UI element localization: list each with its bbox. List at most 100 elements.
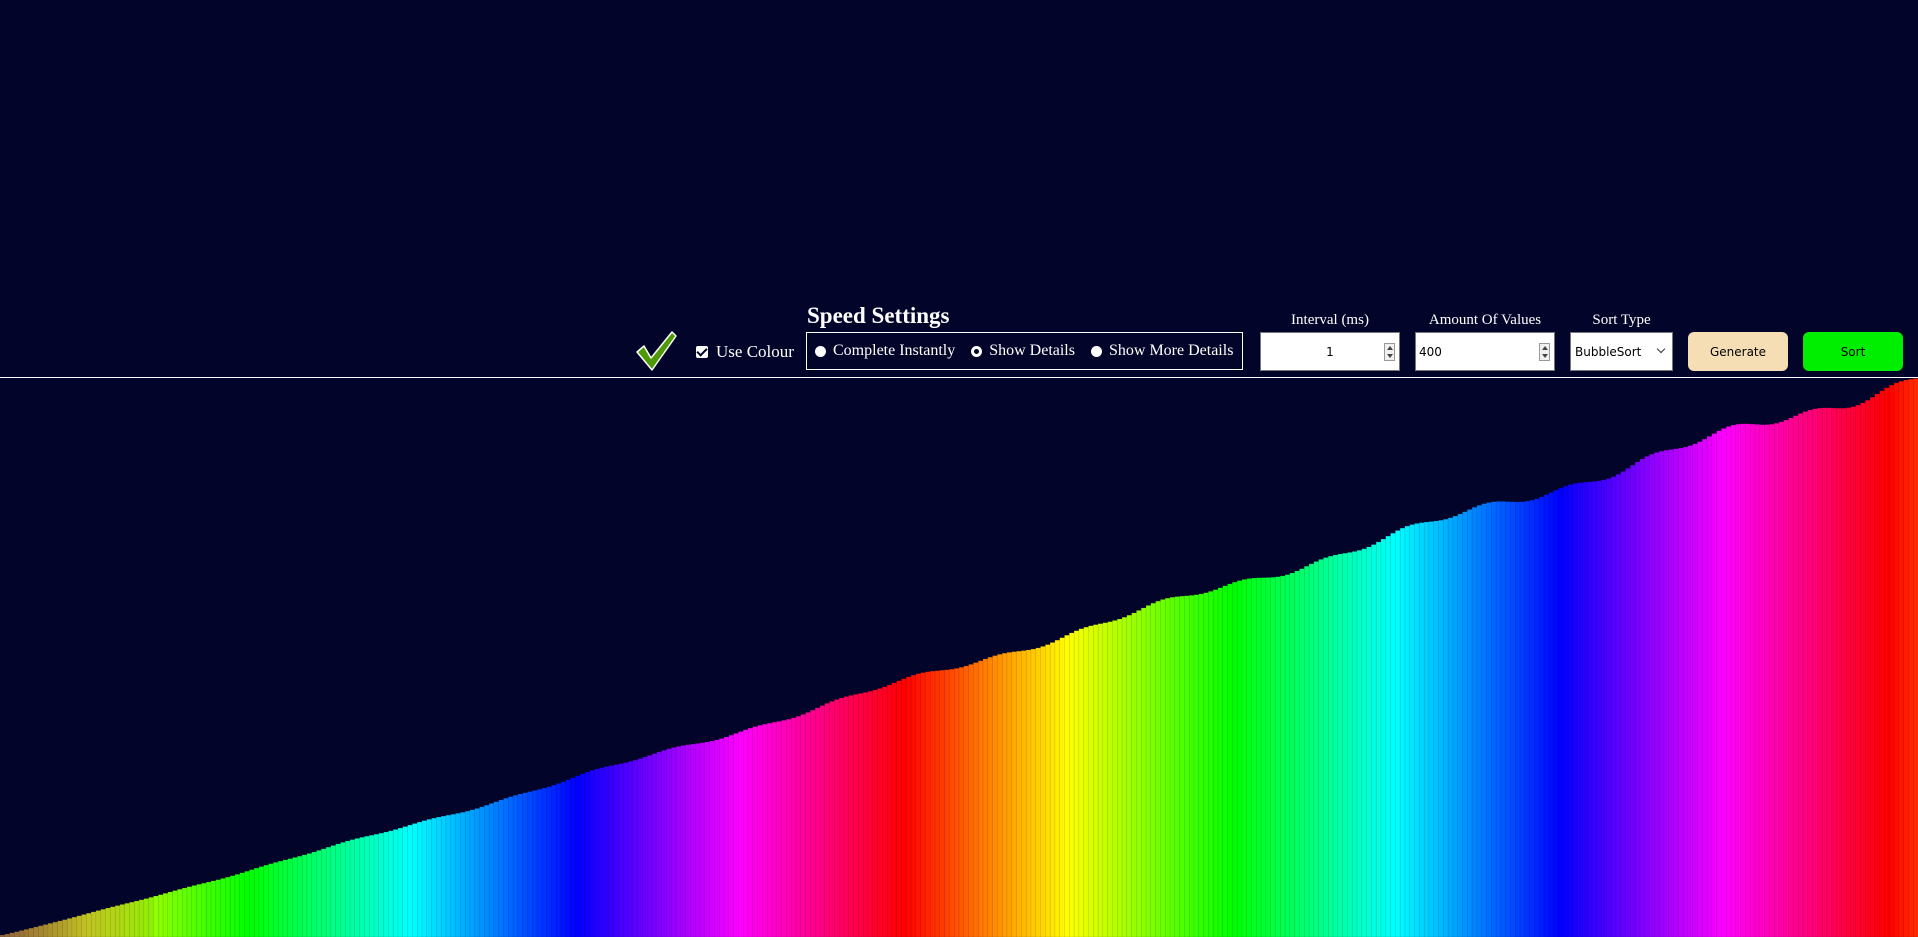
radio-button[interactable] (1090, 345, 1102, 357)
value-bar (1347, 552, 1353, 937)
value-bar (1064, 635, 1070, 937)
value-bar (618, 763, 624, 937)
value-bar (1030, 648, 1037, 937)
value-bar (1414, 523, 1420, 937)
value-bar (733, 733, 739, 937)
radio-show-more-details[interactable]: Show More Details (1090, 342, 1234, 360)
value-bar (1687, 445, 1694, 937)
interval-input[interactable]: 1 (1260, 332, 1400, 371)
radio-button-selected[interactable] (971, 345, 983, 357)
value-bar (1155, 600, 1161, 937)
radio-label: Show More Details (1108, 342, 1234, 359)
value-bar (1395, 530, 1401, 937)
spin-up-icon[interactable] (1386, 346, 1393, 350)
value-bar (167, 891, 174, 937)
value-bar (1236, 580, 1243, 937)
use-colour-checkbox-box[interactable] (696, 346, 708, 358)
value-bar (556, 783, 562, 937)
value-bar (1404, 525, 1411, 937)
radio-button[interactable] (815, 345, 826, 357)
value-bar (33, 926, 39, 937)
spin-down-icon[interactable] (1386, 354, 1393, 358)
value-bar (1898, 381, 1905, 937)
value-bar (858, 693, 864, 937)
value-bar (790, 717, 797, 937)
value-bar (1332, 554, 1339, 937)
value-bar (282, 859, 289, 937)
sort-button[interactable]: Sort (1803, 332, 1903, 371)
value-bar (517, 793, 524, 937)
value-bar (1232, 581, 1238, 937)
amount-input[interactable]: 400 (1415, 332, 1555, 371)
value-bar (1117, 618, 1123, 937)
value-bar (1284, 574, 1291, 937)
value-bar (699, 742, 706, 937)
value-bar (1903, 379, 1909, 937)
value-bar (1337, 553, 1344, 937)
value-bar (383, 831, 389, 937)
value-bar (963, 665, 970, 937)
value-bar (493, 801, 500, 937)
value-bar (1136, 610, 1142, 937)
bar-chart (0, 378, 1918, 937)
value-bar (186, 886, 193, 937)
value-bar (1371, 544, 1377, 937)
spin-up-icon[interactable] (1541, 346, 1548, 350)
value-bar (1821, 407, 1828, 937)
value-bar (1505, 501, 1511, 937)
value-bar (76, 915, 83, 937)
value-bar (627, 761, 634, 937)
value-bar (1385, 535, 1392, 937)
value-bar (1577, 482, 1583, 937)
speed-settings-group: Complete Instantly Show Details Show Mor… (806, 332, 1243, 370)
value-bar (210, 880, 217, 937)
interval-spinner[interactable] (1384, 343, 1395, 361)
value-bar (1419, 522, 1425, 937)
value-bar (1045, 644, 1051, 937)
value-bar (134, 900, 140, 937)
value-bar (1850, 406, 1857, 937)
value-bar (100, 909, 106, 937)
value-bar (1759, 424, 1766, 937)
value-bar (771, 722, 778, 937)
value-bar (469, 809, 476, 937)
amount-spinner[interactable] (1539, 343, 1550, 361)
value-bar (1294, 570, 1300, 937)
value-bar (1078, 628, 1085, 937)
value-bar (1802, 411, 1809, 937)
value-bar (1179, 595, 1185, 937)
value-bar (1510, 501, 1516, 937)
generate-button[interactable]: Generate (1688, 332, 1788, 371)
value-bar (364, 836, 370, 937)
radio-show-details[interactable]: Show Details (971, 342, 1075, 360)
value-bar (872, 689, 878, 937)
use-colour-label: Use Colour (716, 342, 794, 361)
value-bar (1174, 596, 1181, 937)
value-bar (1246, 578, 1252, 937)
toolbar: Use Colour Speed Settings Complete Insta… (0, 0, 1918, 377)
value-bar (177, 889, 183, 937)
value-bar (1361, 548, 1368, 937)
value-bar (1845, 407, 1852, 937)
value-bar (503, 798, 509, 937)
use-colour-checkbox[interactable]: Use Colour (696, 341, 794, 363)
value-bar (1313, 561, 1320, 937)
value-bar (848, 695, 855, 937)
value-bar (1083, 626, 1089, 937)
value-bar (62, 919, 68, 937)
value-bar (1658, 450, 1665, 937)
value-bar (1836, 408, 1842, 937)
value-bar (1678, 447, 1684, 937)
value-bar (1342, 553, 1348, 937)
value-bar (1452, 515, 1459, 937)
value-bar (944, 669, 950, 937)
radio-complete-instantly[interactable]: Complete Instantly (815, 342, 955, 360)
value-bar (1059, 637, 1065, 937)
value-bar (532, 790, 538, 937)
value-bar (1328, 555, 1334, 937)
sort-type-select[interactable]: BubbleSort (1570, 332, 1673, 371)
value-bar (330, 845, 337, 937)
value-bar (599, 767, 605, 937)
value-bar (1073, 630, 1080, 937)
spin-down-icon[interactable] (1541, 354, 1548, 358)
